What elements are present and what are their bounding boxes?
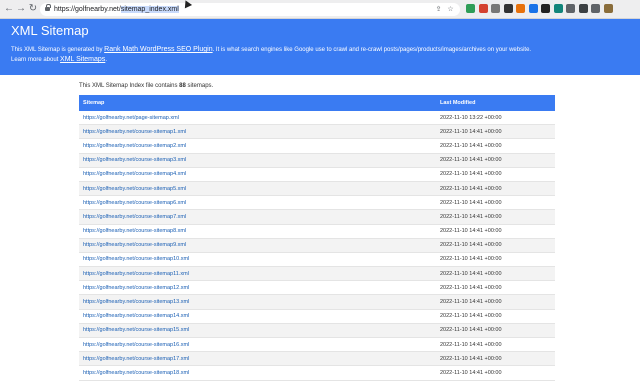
extension-green-icon[interactable] bbox=[466, 4, 475, 13]
last-modified-cell: 2022-11-10 14:41 +00:00 bbox=[436, 252, 555, 268]
sitemap-link[interactable]: https://golfnearby.net/course-sitemap15.… bbox=[79, 323, 436, 339]
header-banner: XML Sitemap This XML Sitemap is generate… bbox=[0, 19, 640, 75]
extension-teal-icon[interactable] bbox=[553, 4, 563, 13]
extension-dark-icon[interactable] bbox=[503, 4, 513, 13]
sitemap-link[interactable]: https://golfnearby.net/course-sitemap4.x… bbox=[79, 167, 436, 182]
last-modified-cell: 2022-11-10 14:41 +00:00 bbox=[436, 195, 555, 211]
address-bar[interactable]: https://golfnearby.net/sitemap_index.xml… bbox=[40, 3, 460, 16]
last-modified-cell: 2022-11-10 14:41 +00:00 bbox=[436, 294, 555, 310]
profile-icon[interactable] bbox=[603, 4, 613, 13]
reload-icon[interactable]: ↻ bbox=[27, 3, 39, 15]
table-row: https://golfnearby.net/course-sitemap5.x… bbox=[79, 181, 555, 197]
sitemap-link[interactable]: https://golfnearby.net/course-sitemap11.… bbox=[79, 266, 436, 282]
table-row: https://golfnearby.net/course-sitemap14.… bbox=[79, 309, 555, 324]
table-row: https://golfnearby.net/page-sitemap.xml 2… bbox=[79, 111, 555, 126]
column-header-sitemap: Sitemap bbox=[79, 95, 436, 111]
table-row: https://golfnearby.net/course-sitemap13.… bbox=[79, 294, 555, 310]
table-row: https://golfnearby.net/course-sitemap2.x… bbox=[79, 138, 555, 154]
url-selected: sitemap_index.xml bbox=[120, 6, 179, 13]
column-header-last-modified: Last Modified bbox=[436, 95, 555, 111]
sitemap-link[interactable]: https://golfnearby.net/course-sitemap9.x… bbox=[79, 238, 436, 253]
table-row: https://golfnearby.net/course-sitemap12.… bbox=[79, 280, 555, 296]
last-modified-cell: 2022-11-10 14:41 +00:00 bbox=[436, 280, 555, 296]
last-modified-cell: 2022-11-10 14:41 +00:00 bbox=[436, 323, 555, 339]
sitemap-link[interactable]: https://golfnearby.net/course-sitemap16.… bbox=[79, 337, 436, 353]
last-modified-cell: 2022-11-10 14:41 +00:00 bbox=[436, 153, 555, 168]
table-row: https://golfnearby.net/course-sitemap6.x… bbox=[79, 195, 555, 211]
last-modified-cell: 2022-11-10 14:41 +00:00 bbox=[436, 209, 555, 225]
sitemap-link[interactable]: https://golfnearby.net/course-sitemap13.… bbox=[79, 294, 436, 310]
sitemap-link[interactable]: https://golfnearby.net/course-sitemap17.… bbox=[79, 351, 436, 367]
sitemap-link[interactable]: https://golfnearby.net/course-sitemap6.x… bbox=[79, 195, 436, 211]
extension-grey-icon[interactable] bbox=[491, 4, 500, 13]
rank-math-link[interactable]: Rank Math WordPress SEO Plugin bbox=[104, 46, 212, 53]
xml-sitemaps-link[interactable]: XML Sitemaps bbox=[60, 56, 105, 63]
bookmark-star-icon[interactable]: ☆ bbox=[446, 5, 455, 14]
intro-prefix: This XML Sitemap Index file contains bbox=[79, 83, 178, 89]
page-title: XML Sitemap bbox=[11, 23, 89, 38]
sitemap-link[interactable]: https://golfnearby.net/course-sitemap18.… bbox=[79, 365, 436, 381]
extension-black-icon[interactable] bbox=[541, 4, 550, 13]
last-modified-cell: 2022-11-10 13:22 +00:00 bbox=[436, 111, 555, 126]
desc-text-2: . It is what search engines like Google … bbox=[212, 47, 532, 53]
sitemap-link[interactable]: https://golfnearby.net/page-sitemap.xml bbox=[79, 111, 436, 126]
table-row: https://golfnearby.net/course-sitemap8.x… bbox=[79, 224, 555, 239]
browser-toolbar: ← → ↻ https://golfnearby.net/sitemap_ind… bbox=[0, 0, 640, 19]
table-row: https://golfnearby.net/course-sitemap18.… bbox=[79, 365, 555, 381]
last-modified-cell: 2022-11-10 14:41 +00:00 bbox=[436, 266, 555, 282]
intro-suffix: sitemaps. bbox=[187, 83, 214, 89]
table-row: https://golfnearby.net/course-sitemap7.x… bbox=[79, 209, 555, 225]
sitemap-link[interactable]: https://golfnearby.net/course-sitemap2.x… bbox=[79, 138, 436, 154]
learn-more-end: . bbox=[105, 57, 107, 63]
table-row: https://golfnearby.net/course-sitemap15.… bbox=[79, 323, 555, 339]
forward-arrow-icon[interactable]: → bbox=[15, 3, 27, 15]
puzzle-icon[interactable] bbox=[591, 4, 600, 13]
last-modified-cell: 2022-11-10 14:41 +00:00 bbox=[436, 124, 555, 140]
last-modified-cell: 2022-11-10 14:41 +00:00 bbox=[436, 309, 555, 324]
extension-dark2-icon[interactable] bbox=[578, 4, 588, 13]
extension-blue-icon[interactable] bbox=[528, 4, 538, 13]
last-modified-cell: 2022-11-10 14:41 +00:00 bbox=[436, 181, 555, 197]
sitemap-link[interactable]: https://golfnearby.net/course-sitemap14.… bbox=[79, 309, 436, 324]
learn-more-text: Learn more about bbox=[11, 57, 59, 63]
last-modified-cell: 2022-11-10 14:41 +00:00 bbox=[436, 224, 555, 239]
table-row: https://golfnearby.net/course-sitemap9.x… bbox=[79, 238, 555, 253]
sitemap-link[interactable]: https://golfnearby.net/course-sitemap8.x… bbox=[79, 224, 436, 239]
table-header-row: Sitemap Last Modified bbox=[79, 95, 555, 111]
last-modified-cell: 2022-11-10 14:41 +00:00 bbox=[436, 138, 555, 154]
last-modified-cell: 2022-11-10 14:41 +00:00 bbox=[436, 337, 555, 353]
lock-icon[interactable] bbox=[45, 4, 51, 12]
back-arrow-icon[interactable]: ← bbox=[3, 3, 15, 15]
last-modified-cell: 2022-11-10 14:41 +00:00 bbox=[436, 351, 555, 367]
sitemap-count-text: This XML Sitemap Index file contains 88 … bbox=[79, 82, 213, 90]
sitemap-table: Sitemap Last Modified https://golfnearby… bbox=[79, 95, 555, 381]
sitemap-link[interactable]: https://golfnearby.net/course-sitemap5.x… bbox=[79, 181, 436, 197]
table-row: https://golfnearby.net/course-sitemap17.… bbox=[79, 351, 555, 367]
url-prefix: https://golfnearby.net/ bbox=[54, 6, 121, 13]
sitemap-link[interactable]: https://golfnearby.net/course-sitemap3.x… bbox=[79, 153, 436, 168]
extension-orange-icon[interactable] bbox=[516, 4, 525, 13]
extension-red-icon[interactable] bbox=[478, 4, 488, 13]
table-row: https://golfnearby.net/course-sitemap3.x… bbox=[79, 153, 555, 168]
sitemap-count: 88 bbox=[179, 83, 186, 89]
table-row: https://golfnearby.net/course-sitemap16.… bbox=[79, 337, 555, 353]
share-icon[interactable]: ⇪ bbox=[434, 5, 443, 14]
last-modified-cell: 2022-11-10 14:41 +00:00 bbox=[436, 365, 555, 381]
sitemap-link[interactable]: https://golfnearby.net/course-sitemap7.x… bbox=[79, 209, 436, 225]
table-row: https://golfnearby.net/course-sitemap10.… bbox=[79, 252, 555, 268]
desc-text-1: This XML Sitemap is generated by bbox=[11, 47, 103, 53]
header-description: This XML Sitemap is generated by Rank Ma… bbox=[11, 45, 611, 65]
url-text[interactable]: https://golfnearby.net/sitemap_index.xml bbox=[54, 3, 179, 16]
table-row: https://golfnearby.net/course-sitemap4.x… bbox=[79, 167, 555, 182]
table-row: https://golfnearby.net/course-sitemap11.… bbox=[79, 266, 555, 282]
sitemap-link[interactable]: https://golfnearby.net/course-sitemap10.… bbox=[79, 252, 436, 268]
table-row: https://golfnearby.net/course-sitemap1.x… bbox=[79, 124, 555, 140]
extension-grey2-icon[interactable] bbox=[566, 4, 575, 13]
sitemap-link[interactable]: https://golfnearby.net/course-sitemap12.… bbox=[79, 280, 436, 296]
last-modified-cell: 2022-11-10 14:41 +00:00 bbox=[436, 167, 555, 182]
last-modified-cell: 2022-11-10 14:41 +00:00 bbox=[436, 238, 555, 253]
sitemap-link[interactable]: https://golfnearby.net/course-sitemap1.x… bbox=[79, 124, 436, 140]
